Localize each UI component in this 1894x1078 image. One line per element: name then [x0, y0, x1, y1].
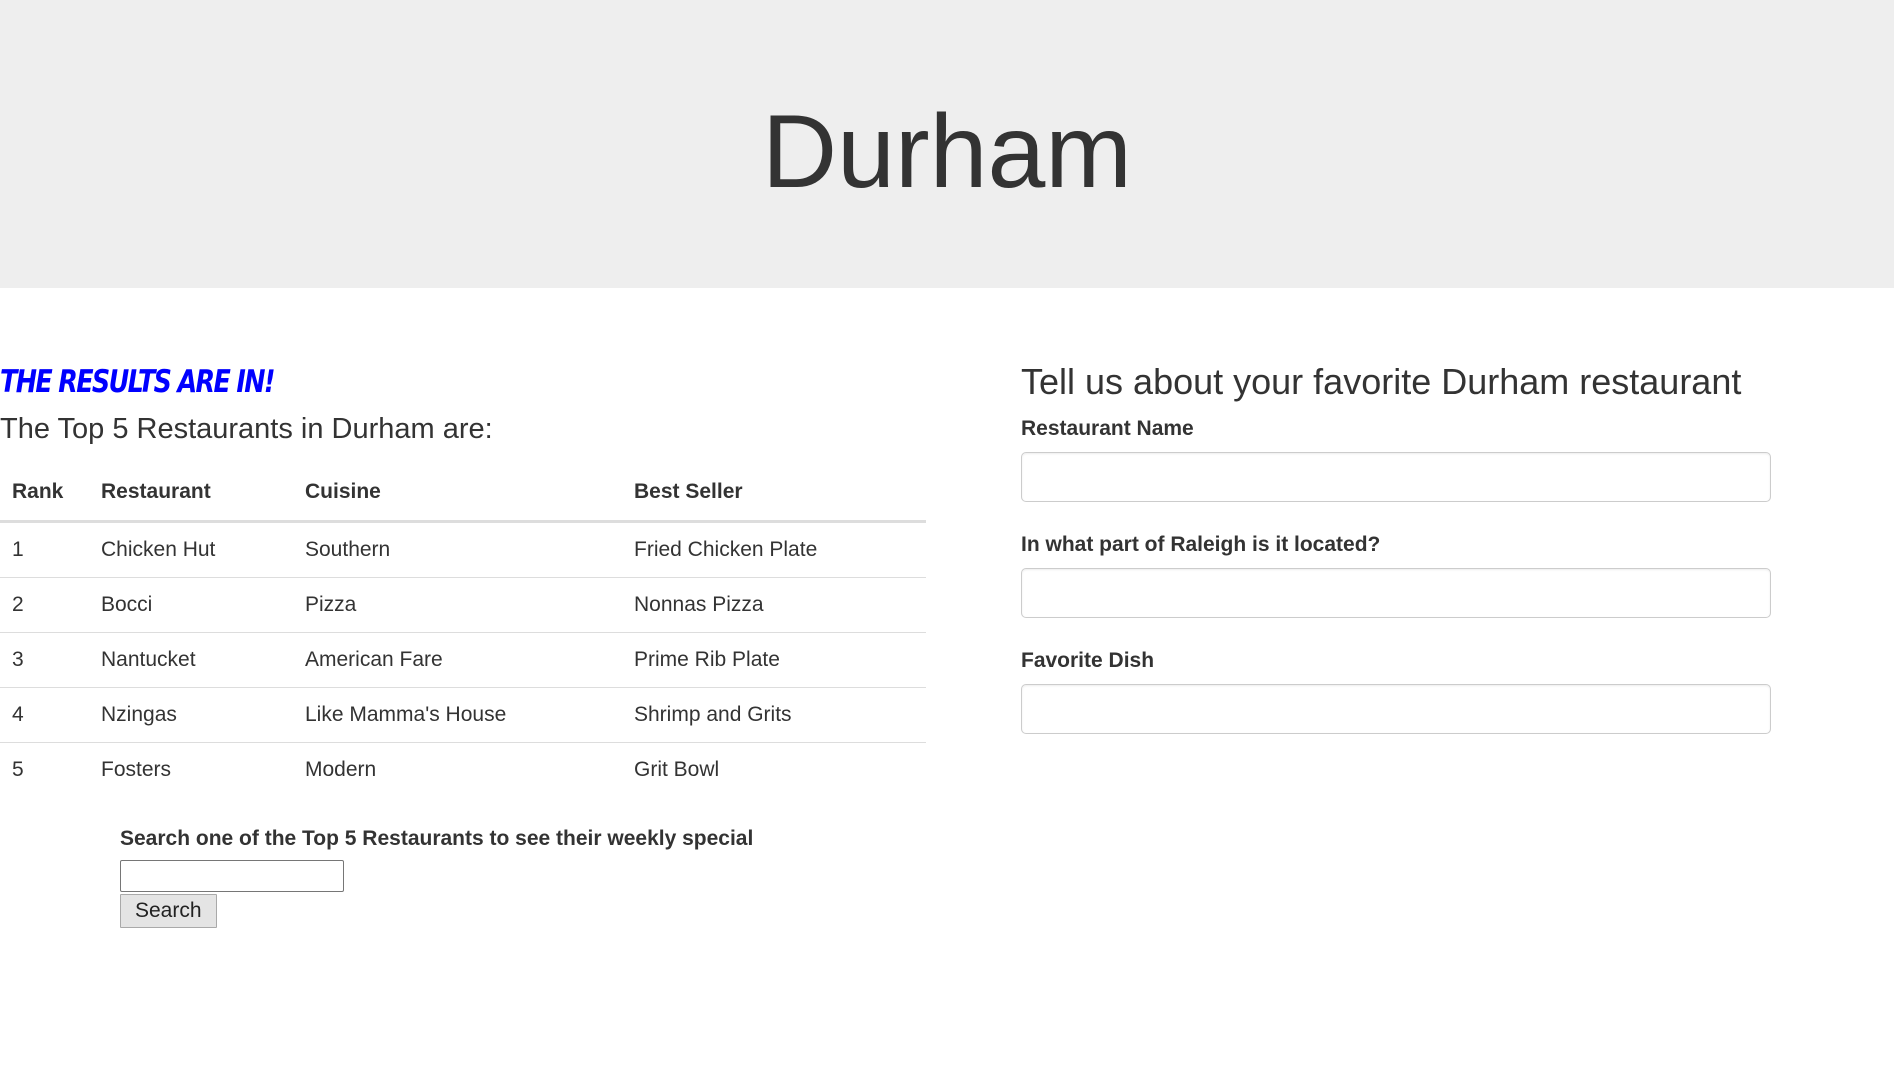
- location-field[interactable]: [1021, 568, 1771, 618]
- restaurant-cell: Chicken Hut: [101, 538, 216, 561]
- cuisine-cell: Like Mamma's House: [293, 687, 622, 743]
- results-heading: The Results Are In!: [0, 364, 275, 400]
- search-input[interactable]: [120, 860, 344, 892]
- form-title: Tell us about your favorite Durham resta…: [1021, 361, 1742, 402]
- restaurant-name-field[interactable]: [1021, 452, 1771, 502]
- results-section: The Results Are In! The Top 5 Restaurant…: [0, 360, 926, 928]
- rank-cell: 1: [12, 538, 24, 561]
- column-header-rank: Rank: [0, 464, 89, 523]
- favorite-dish-label: Favorite Dish: [1021, 649, 1155, 672]
- form-group-restaurant-name: Restaurant Name: [1021, 414, 1771, 502]
- form-group-favorite-dish: Favorite Dish: [1021, 646, 1771, 734]
- restaurant-cell: Fosters: [89, 742, 293, 797]
- table-row: 4 Nzingas Like Mamma's House Shrimp and …: [0, 687, 926, 743]
- best-seller-cell: Nonnas Pizza: [622, 577, 926, 633]
- restaurant-cell: Nantucket: [89, 632, 293, 688]
- restaurant-cell: Nzingas: [89, 687, 293, 743]
- rank-cell: 2: [0, 577, 89, 633]
- rank-cell: 5: [0, 742, 89, 797]
- table-row: 3 Nantucket American Fare Prime Rib Plat…: [0, 632, 926, 688]
- search-label: Search one of the Top 5 Restaurants to s…: [120, 827, 754, 850]
- cuisine-cell: Pizza: [293, 577, 622, 633]
- table-header-row: Rank Restaurant Cuisine Best Seller: [0, 464, 926, 523]
- restaurant-ranking-table: Rank Restaurant Cuisine Best Seller 1 Ch…: [0, 464, 926, 797]
- results-subheading: The Top 5 Restaurants in Durham are:: [0, 413, 493, 445]
- search-button[interactable]: Search: [120, 894, 217, 928]
- cuisine-cell: Southern: [305, 538, 391, 561]
- best-seller-cell: Fried Chicken Plate: [634, 538, 818, 561]
- column-header-cuisine: Cuisine: [293, 464, 622, 523]
- favorite-restaurant-form: Tell us about your favorite Durham resta…: [1021, 356, 1771, 762]
- table-row: 5 Fosters Modern Grit Bowl: [0, 742, 926, 797]
- location-label: In what part of Raleigh is it located?: [1021, 533, 1381, 556]
- rank-cell: 4: [0, 687, 89, 743]
- column-header-best-seller: Best Seller: [622, 464, 926, 523]
- best-seller-cell: Grit Bowl: [622, 742, 926, 797]
- form-group-location: In what part of Raleigh is it located?: [1021, 530, 1771, 618]
- cuisine-cell: Modern: [293, 742, 622, 797]
- rank-cell: 3: [0, 632, 89, 688]
- restaurant-cell: Bocci: [89, 577, 293, 633]
- best-seller-cell: Shrimp and Grits: [622, 687, 926, 743]
- weekly-special-search: Search one of the Top 5 Restaurants to s…: [120, 824, 753, 928]
- restaurant-name-label: Restaurant Name: [1021, 417, 1194, 440]
- table-row: 2 Bocci Pizza Nonnas Pizza: [0, 577, 926, 633]
- cuisine-cell: American Fare: [293, 632, 622, 688]
- table-row: 1 Chicken Hut Southern Fried Chicken Pla…: [0, 522, 926, 578]
- favorite-dish-field[interactable]: [1021, 684, 1771, 734]
- hero-banner: Durham: [0, 0, 1894, 288]
- best-seller-cell: Prime Rib Plate: [622, 632, 926, 688]
- column-header-restaurant: Restaurant: [89, 464, 293, 523]
- page-title: Durham: [762, 94, 1132, 210]
